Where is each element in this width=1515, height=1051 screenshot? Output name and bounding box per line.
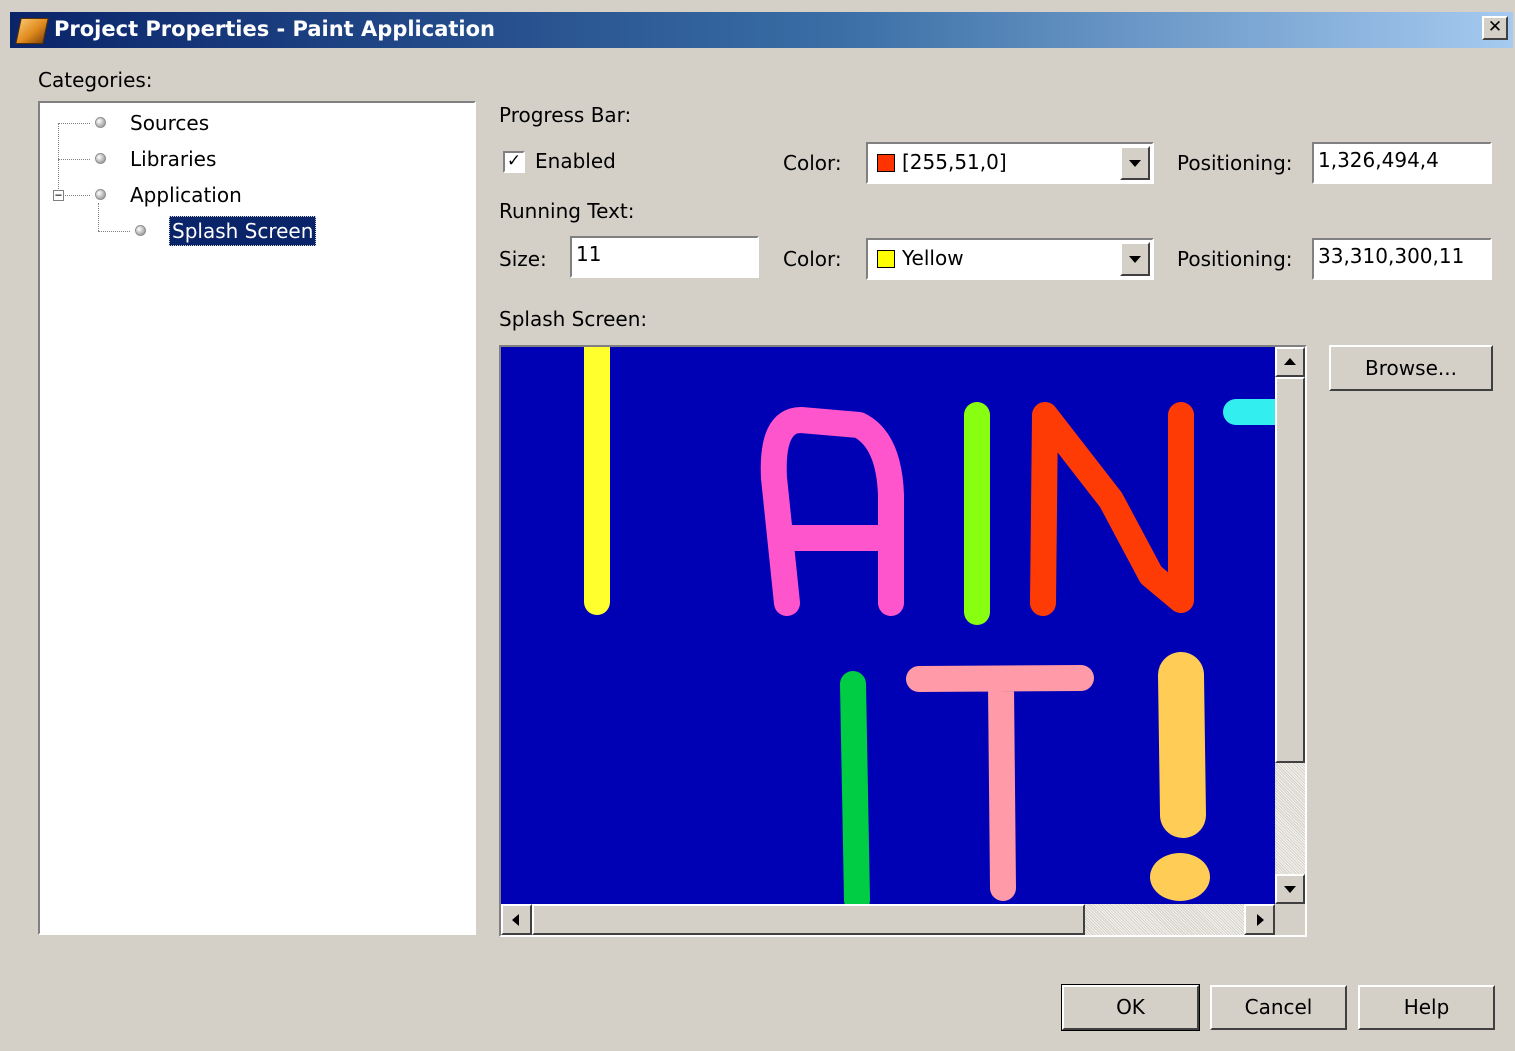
tree-item-sources[interactable]: Sources bbox=[130, 111, 209, 135]
categories-label: Categories: bbox=[38, 68, 153, 92]
node-bullet-icon bbox=[95, 153, 106, 164]
node-bullet-icon bbox=[95, 189, 106, 200]
letter-i2-stroke bbox=[840, 671, 870, 904]
ok-button[interactable]: OK bbox=[1061, 984, 1200, 1031]
progress-color-label: Color: bbox=[783, 151, 842, 175]
browse-button[interactable]: Browse... bbox=[1329, 345, 1493, 391]
scroll-down-button[interactable] bbox=[1275, 874, 1305, 904]
tree-connector bbox=[98, 203, 99, 231]
size-label: Size: bbox=[499, 247, 547, 271]
size-input[interactable]: 11 bbox=[570, 236, 759, 278]
arrow-left-icon bbox=[512, 914, 519, 926]
project-icon bbox=[15, 18, 49, 44]
enabled-label: Enabled bbox=[535, 149, 616, 173]
categories-tree[interactable]: Sources Libraries − Application Splash S… bbox=[38, 101, 476, 935]
arrow-up-icon bbox=[1284, 358, 1296, 365]
cancel-button[interactable]: Cancel bbox=[1210, 985, 1347, 1030]
chevron-down-icon bbox=[1129, 256, 1141, 263]
window-title: Project Properties - Paint Application bbox=[54, 17, 495, 41]
horizontal-scroll-thumb[interactable] bbox=[532, 904, 1085, 935]
running-color-value: Yellow bbox=[902, 246, 964, 270]
arrow-right-icon bbox=[1257, 914, 1264, 926]
color-swatch bbox=[877, 154, 895, 172]
progress-bar-label: Progress Bar: bbox=[499, 103, 632, 127]
running-positioning-label: Positioning: bbox=[1177, 247, 1293, 271]
scroll-corner bbox=[1275, 904, 1305, 935]
running-color-select[interactable]: Yellow bbox=[866, 238, 1154, 280]
title-bar[interactable]: Project Properties - Paint Application ✕ bbox=[10, 12, 1513, 48]
progress-positioning-input[interactable]: 1,326,494,4 bbox=[1312, 142, 1492, 184]
tree-connector bbox=[58, 123, 90, 124]
progress-color-dropdown-button[interactable] bbox=[1120, 146, 1150, 180]
tree-connector bbox=[98, 231, 130, 232]
collapse-icon[interactable]: − bbox=[53, 189, 64, 201]
progress-color-value: [255,51,0] bbox=[902, 150, 1007, 174]
color-swatch bbox=[877, 250, 895, 268]
running-color-label: Color: bbox=[783, 247, 842, 271]
progress-positioning-label: Positioning: bbox=[1177, 151, 1293, 175]
splash-background bbox=[501, 347, 1275, 904]
close-icon: ✕ bbox=[1487, 17, 1503, 37]
node-bullet-icon bbox=[135, 225, 146, 236]
splash-screen-label: Splash Screen: bbox=[499, 307, 648, 331]
check-icon: ✓ bbox=[506, 151, 522, 171]
vertical-scroll-thumb[interactable] bbox=[1275, 377, 1305, 763]
tree-connector bbox=[58, 123, 59, 197]
chevron-down-icon bbox=[1129, 160, 1141, 167]
tree-item-application[interactable]: Application bbox=[130, 183, 242, 207]
tree-connector bbox=[58, 159, 90, 160]
scroll-up-button[interactable] bbox=[1275, 347, 1305, 377]
node-bullet-icon bbox=[95, 117, 106, 128]
arrow-down-icon bbox=[1284, 886, 1296, 893]
enabled-checkbox[interactable]: ✓ bbox=[503, 151, 525, 173]
scroll-left-button[interactable] bbox=[501, 904, 532, 935]
tree-item-splash-screen[interactable]: Splash Screen bbox=[169, 216, 317, 246]
exclamation-stroke bbox=[1158, 652, 1206, 838]
splash-image bbox=[501, 347, 1275, 904]
tree-item-libraries[interactable]: Libraries bbox=[130, 147, 216, 171]
running-color-dropdown-button[interactable] bbox=[1120, 242, 1150, 276]
running-positioning-input[interactable]: 33,310,300,11 bbox=[1312, 238, 1492, 280]
exclamation-dot bbox=[1150, 853, 1210, 901]
help-button[interactable]: Help bbox=[1358, 985, 1495, 1030]
close-button[interactable]: ✕ bbox=[1482, 16, 1508, 40]
scroll-right-button[interactable] bbox=[1244, 904, 1275, 935]
progress-color-select[interactable]: [255,51,0] bbox=[866, 142, 1154, 184]
tree-connector bbox=[65, 195, 90, 196]
running-text-label: Running Text: bbox=[499, 199, 635, 223]
